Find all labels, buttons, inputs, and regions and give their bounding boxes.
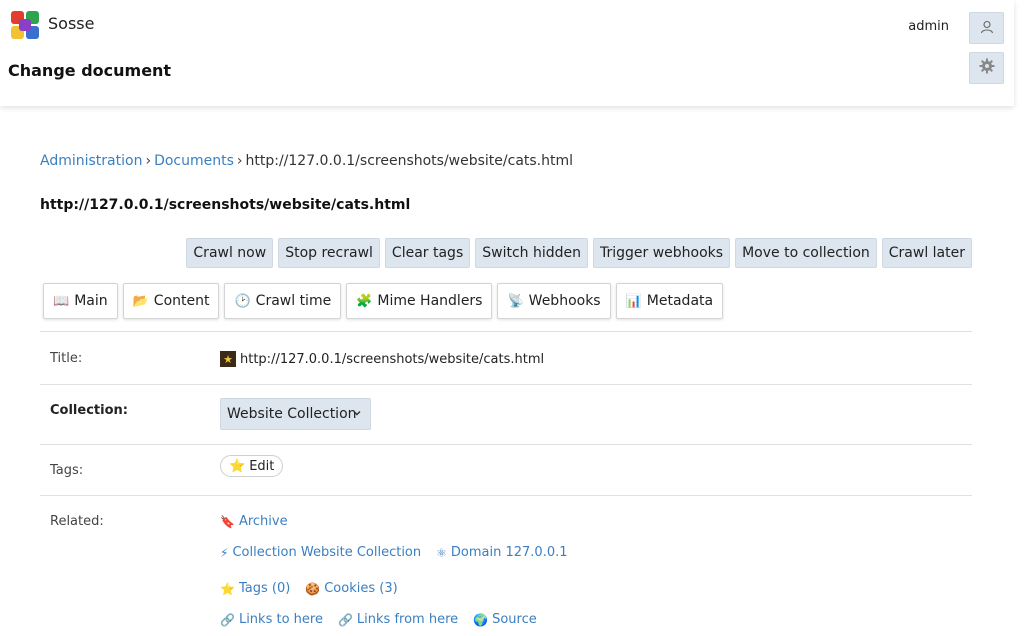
gear-icon — [979, 58, 995, 78]
tab-metadata[interactable]: 📊 Metadata — [615, 283, 724, 319]
edit-tags-label: Edit — [249, 458, 275, 474]
source-link-label: Source — [492, 612, 537, 627]
stop-recrawl-button[interactable]: Stop recrawl — [278, 238, 380, 268]
star-icon: ⭐ — [220, 581, 235, 596]
related-line-2: ⚡ Collection Website Collection ⚛ Domain 1… — [220, 545, 568, 560]
tags-label: Tags: — [50, 463, 84, 478]
collection-label: Collection: — [50, 403, 128, 418]
breadcrumb-separator: › — [145, 153, 152, 169]
book-icon: 📖 — [53, 293, 70, 309]
related-row: Related: 🔖 Archive ⚡ Collection Website Co… — [40, 496, 972, 636]
links-to-here-link[interactable]: 🔗 Links to here — [220, 612, 323, 627]
favicon-icon: ★ — [220, 351, 236, 367]
atom-icon: ⚛ — [436, 545, 447, 560]
related-line-3: ⭐ Tags (0) 🍪 Cookies (3) — [220, 581, 398, 596]
tab-mime-handlers[interactable]: 🧩 Mime Handlers — [346, 283, 493, 319]
collection-row: Collection: Website Collection — [40, 385, 972, 445]
cookie-icon: 🍪 — [305, 581, 321, 596]
collection-select[interactable]: Website Collection — [220, 398, 371, 430]
move-to-collection-button[interactable]: Move to collection — [735, 238, 877, 268]
links-from-label: Links from here — [356, 612, 459, 627]
link-icon: 🔗 — [337, 612, 353, 627]
tab-label: Webhooks — [528, 293, 601, 309]
breadcrumb-current: http://127.0.0.1/screenshots/website/cat… — [245, 153, 574, 169]
domain-link[interactable]: ⚛ Domain 127.0.0.1 — [436, 545, 567, 560]
related-line-4: 🔗 Links to here 🔗 Links from here 🌍 Source — [220, 612, 537, 627]
action-bar: Crawl now Stop recrawl Clear tags Switch… — [186, 238, 972, 268]
document-heading: http://127.0.0.1/screenshots/website/cat… — [40, 197, 411, 213]
lightning-icon: ⚡ — [220, 545, 229, 560]
app-name[interactable]: Sosse — [48, 14, 94, 33]
tags-row: Tags: ⭐ Edit — [40, 445, 972, 496]
globe-icon: 🌍 — [473, 612, 489, 627]
tab-content[interactable]: 📂 Content — [122, 283, 220, 319]
crawl-now-button[interactable]: Crawl now — [186, 238, 274, 268]
satellite-icon: 📡 — [507, 293, 524, 309]
collection-selected-value: Website Collection — [227, 406, 357, 422]
tab-label: Main — [74, 293, 108, 309]
related-label: Related: — [50, 514, 104, 529]
tab-label: Content — [153, 293, 210, 309]
chart-icon: 📊 — [625, 293, 642, 309]
settings-button[interactable] — [969, 52, 1004, 84]
tab-label: Mime Handlers — [377, 293, 483, 309]
related-line-1: 🔖 Archive — [220, 514, 288, 529]
cookies-link-label: Cookies (3) — [324, 581, 398, 596]
star-icon: ⭐ — [229, 458, 246, 474]
breadcrumb: Administration › Documents › http://127.0.0.… — [40, 153, 573, 169]
title-row: Title: ★ http://127.0.0.1/screenshots/we… — [40, 332, 972, 385]
edit-tags-button[interactable]: ⭐ Edit — [220, 455, 284, 477]
link-icon: 🔗 — [220, 612, 235, 627]
archive-link-label: Archive — [238, 514, 288, 529]
switch-hidden-button[interactable]: Switch hidden — [475, 238, 588, 268]
breadcrumb-separator: › — [236, 153, 243, 169]
collection-link[interactable]: ⚡ Collection Website Collection — [220, 545, 421, 560]
title-value: ★ http://127.0.0.1/screenshots/website/c… — [220, 351, 544, 367]
user-name: admin — [908, 19, 949, 34]
cookies-link[interactable]: 🍪 Cookies (3) — [305, 581, 397, 596]
links-to-label: Links to here — [238, 612, 323, 627]
top-header: Sosse Change document admin — [0, 0, 1014, 106]
domain-link-label: Domain 127.0.0.1 — [450, 545, 568, 560]
bookmark-icon: 🔖 — [220, 514, 235, 529]
sosse-logo-icon[interactable] — [8, 8, 42, 42]
tab-crawl-time[interactable]: 🕑 Crawl time — [224, 283, 342, 319]
clear-tags-button[interactable]: Clear tags — [384, 238, 471, 268]
tab-label: Metadata — [646, 293, 714, 309]
user-icon — [980, 19, 994, 38]
puzzle-icon: 🧩 — [356, 293, 373, 309]
clock-icon: 🕑 — [234, 293, 251, 309]
crawl-later-button[interactable]: Crawl later — [881, 238, 972, 268]
chevron-down-icon — [352, 408, 362, 421]
document-form: Title: ★ http://127.0.0.1/screenshots/we… — [40, 331, 972, 636]
breadcrumb-administration[interactable]: Administration — [40, 153, 142, 169]
user-menu-button[interactable] — [969, 12, 1004, 44]
tab-main[interactable]: 📖 Main — [43, 283, 118, 319]
tags-link[interactable]: ⭐ Tags (0) — [220, 581, 290, 596]
folder-icon: 📂 — [132, 293, 149, 309]
title-label: Title: — [50, 351, 83, 366]
collection-link-label: Collection Website Collection — [232, 545, 422, 560]
title-text: http://127.0.0.1/screenshots/website/cat… — [240, 351, 545, 367]
source-link[interactable]: 🌍 Source — [473, 612, 537, 627]
links-from-here-link[interactable]: 🔗 Links from here — [338, 612, 458, 627]
archive-link[interactable]: 🔖 Archive — [220, 514, 288, 529]
tags-link-label: Tags (0) — [238, 581, 291, 596]
tab-label: Crawl time — [255, 293, 332, 309]
breadcrumb-documents[interactable]: Documents — [154, 153, 234, 169]
page-title: Change document — [8, 61, 172, 80]
tab-bar: 📖 Main 📂 Content 🕑 Crawl time 🧩 Mime Han… — [43, 283, 724, 319]
tab-webhooks[interactable]: 📡 Webhooks — [497, 283, 611, 319]
trigger-webhooks-button[interactable]: Trigger webhooks — [593, 238, 731, 268]
